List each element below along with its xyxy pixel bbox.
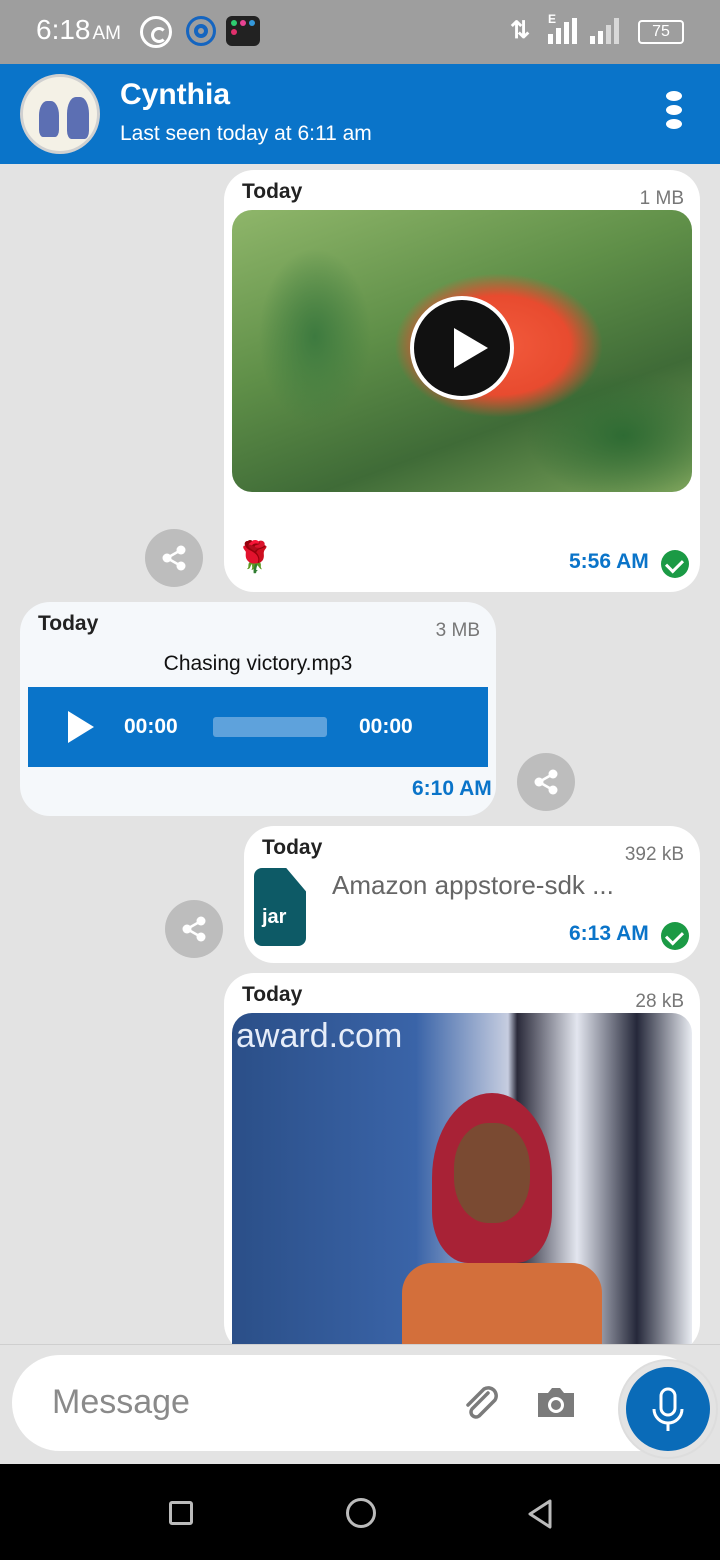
back-icon[interactable]	[526, 1498, 554, 1530]
message-time: 6:10 AM	[412, 777, 492, 800]
message-date: Today	[242, 180, 303, 203]
audio-player: 00:00 00:00	[28, 687, 488, 767]
message-size: 28 kB	[635, 991, 684, 1012]
share-button[interactable]	[165, 900, 223, 958]
message-time: 5:56 AM	[569, 550, 649, 573]
battery-icon: 75	[638, 20, 684, 44]
last-seen-status: Last seen today at 6:11 am	[120, 122, 372, 145]
status-bar: 6:18 AM ⇅ E 75	[0, 0, 720, 64]
contact-avatar[interactable]	[20, 74, 100, 154]
status-time: 6:18 AM	[36, 14, 121, 45]
microphone-icon	[652, 1387, 684, 1431]
camera-button[interactable]	[534, 1385, 578, 1421]
overflow-menu-button[interactable]	[660, 88, 688, 138]
system-nav-bar	[0, 1464, 720, 1560]
chat-header: Cynthia Last seen today at 6:11 am	[0, 64, 720, 164]
share-icon	[534, 769, 558, 795]
paperclip-icon	[466, 1386, 498, 1419]
recent-apps-icon[interactable]	[169, 1501, 193, 1525]
image-message[interactable]: Today 28 kB award.com	[224, 973, 700, 1353]
photo-thumbnail[interactable]: award.com	[232, 1013, 692, 1353]
audio-seek-bar[interactable]	[213, 717, 327, 737]
delivered-check-icon	[661, 550, 689, 578]
signal-icon	[548, 18, 577, 44]
message-size: 3 MB	[435, 620, 480, 641]
delivered-check-icon	[661, 922, 689, 950]
photo-watermark: award.com	[236, 1017, 403, 1055]
message-size: 1 MB	[639, 188, 684, 209]
message-input[interactable]	[52, 1377, 432, 1427]
message-date: Today	[242, 983, 303, 1006]
audio-duration: 00:00	[359, 715, 413, 738]
video-message[interactable]: Today 1 MB 🌹 5:56 AM	[224, 170, 700, 592]
share-icon	[162, 545, 186, 571]
voice-record-button[interactable]	[620, 1361, 716, 1457]
play-icon[interactable]	[410, 296, 514, 400]
photo-person	[402, 1093, 602, 1353]
audio-message[interactable]: Today 3 MB Chasing victory.mp3 00:00 00:…	[20, 602, 496, 816]
message-time: 6:13 AM	[569, 922, 649, 945]
ring-notification-icon	[186, 16, 216, 46]
share-icon	[182, 916, 206, 942]
message-date: Today	[38, 612, 99, 635]
message-composer	[0, 1344, 720, 1464]
message-size: 392 kB	[624, 844, 684, 865]
share-button[interactable]	[145, 529, 203, 587]
apps-notification-icon	[226, 16, 260, 46]
file-message[interactable]: Today 392 kB jar Amazon appstore-sdk ...…	[244, 826, 700, 963]
message-date: Today	[262, 836, 323, 859]
video-thumbnail[interactable]	[232, 210, 692, 492]
caption-emoji: 🌹	[236, 541, 274, 574]
attach-button[interactable]	[458, 1381, 502, 1425]
audio-play-icon[interactable]	[68, 711, 94, 743]
home-icon[interactable]	[346, 1498, 376, 1528]
camera-icon	[538, 1388, 574, 1417]
data-transfer-icon: ⇅	[510, 17, 531, 44]
audio-current-time: 00:00	[124, 715, 178, 738]
audio-filename: Chasing victory.mp3	[163, 652, 353, 675]
contact-name[interactable]: Cynthia	[120, 78, 230, 112]
file-extension: jar	[262, 906, 287, 928]
share-button[interactable]	[517, 753, 575, 811]
file-name: Amazon appstore-sdk ...	[332, 870, 614, 900]
whatsapp-notification-icon	[140, 16, 172, 48]
message-input-container	[12, 1355, 716, 1457]
signal-2-icon	[590, 18, 619, 44]
